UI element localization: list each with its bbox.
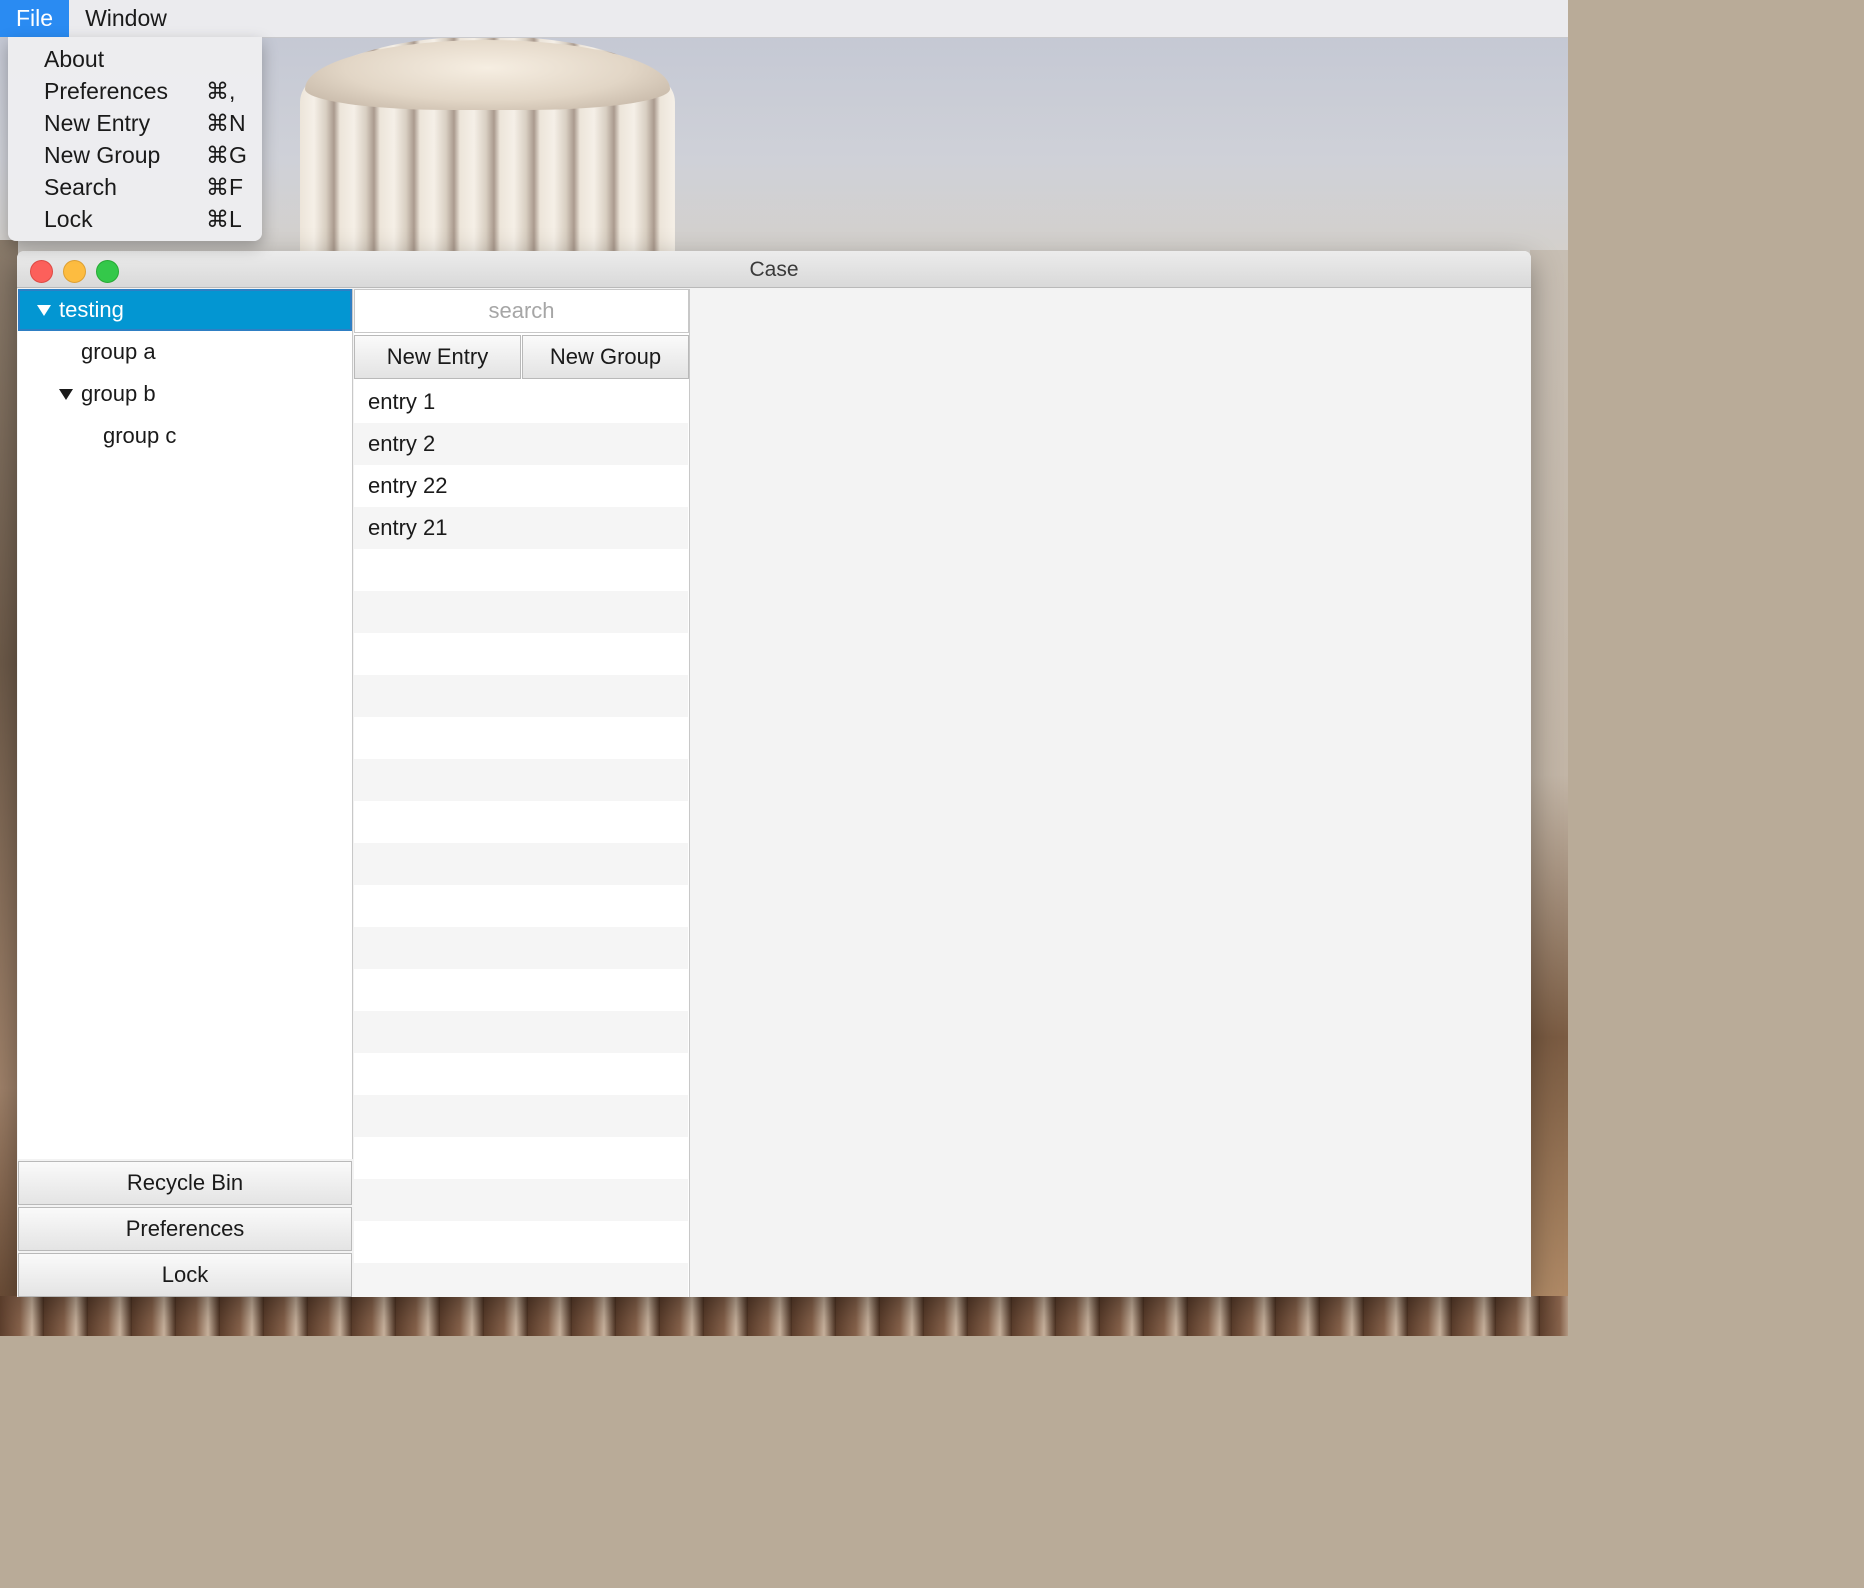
empty-list-row [354, 927, 688, 969]
wallpaper-left-edge [0, 240, 18, 1300]
empty-list-row [354, 549, 688, 591]
entry-list: entry 1 entry 2 entry 22 entry 21 [354, 381, 688, 1297]
tree-item-label: group c [103, 423, 177, 448]
menu-item-shortcut: ⌘, [206, 78, 236, 104]
menu-item-about[interactable]: About [8, 43, 262, 75]
empty-list-row [354, 591, 688, 633]
window-titlebar[interactable]: Case [17, 251, 1531, 288]
wallpaper-bottom-edge [0, 1296, 1568, 1336]
empty-list-row [354, 675, 688, 717]
empty-list-row [354, 1095, 688, 1137]
window-title: Case [749, 258, 799, 281]
tree-item-group-a[interactable]: group a [18, 331, 352, 373]
list-item[interactable]: entry 21 [354, 507, 688, 549]
empty-list-row [354, 759, 688, 801]
new-entry-button[interactable]: New Entry [354, 335, 521, 379]
menu-item-label: New Entry [44, 110, 151, 136]
menu-bar: File Window [0, 0, 1568, 38]
menu-item-shortcut: ⌘L [206, 206, 242, 232]
menu-item-label: Search [44, 174, 117, 200]
new-group-button[interactable]: New Group [522, 335, 689, 379]
recycle-bin-button[interactable]: Recycle Bin [18, 1161, 352, 1205]
empty-list-row [354, 633, 688, 675]
preferences-button[interactable]: Preferences [18, 1207, 352, 1251]
empty-list-row [354, 1011, 688, 1053]
empty-list-row [354, 801, 688, 843]
list-item[interactable]: entry 1 [354, 381, 688, 423]
group-tree: testing group a group b group c [18, 289, 353, 1159]
file-menu-dropdown: About Preferences ⌘, New Entry ⌘N New Gr… [8, 37, 262, 241]
menu-item-label: New Group [44, 142, 161, 168]
empty-list-row [354, 717, 688, 759]
menu-item-shortcut: ⌘F [206, 174, 244, 200]
lock-button[interactable]: Lock [18, 1253, 352, 1297]
empty-list-row [354, 1263, 688, 1297]
list-item[interactable]: entry 2 [354, 423, 688, 465]
menu-window[interactable]: Window [69, 0, 183, 37]
expanded-triangle-icon[interactable] [37, 305, 51, 316]
menu-item-shortcut: ⌘N [206, 110, 246, 136]
tree-item-group-b[interactable]: group b [18, 373, 352, 415]
tree-item-label: group b [81, 381, 156, 406]
entry-detail-pane [690, 289, 1531, 1297]
entries-panel: New Entry New Group entry 1entry 2entry … [354, 289, 690, 1297]
empty-list-row [354, 1053, 688, 1095]
menu-item-new-group[interactable]: New Group ⌘G [8, 139, 262, 171]
menu-file[interactable]: File [0, 0, 70, 37]
tree-item-group-c[interactable]: group c [18, 415, 352, 457]
empty-list-row [354, 969, 688, 1011]
menu-item-label: Preferences [44, 78, 169, 104]
empty-list-row [354, 1137, 688, 1179]
menu-item-lock[interactable]: Lock ⌘L [8, 203, 262, 235]
menu-item-label: About [44, 46, 105, 72]
menu-item-label: Lock [44, 206, 93, 232]
empty-list-row [354, 843, 688, 885]
expanded-triangle-icon[interactable] [59, 389, 73, 400]
wallpaper-right-edge [1530, 250, 1568, 1300]
search-input[interactable] [354, 289, 689, 333]
tree-item-label: testing [59, 297, 124, 322]
tree-item-label: group a [81, 339, 156, 364]
menu-item-search[interactable]: Search ⌘F [8, 171, 262, 203]
tree-item-testing[interactable]: testing [18, 289, 352, 331]
empty-list-row [354, 885, 688, 927]
menu-item-preferences[interactable]: Preferences ⌘, [8, 75, 262, 107]
empty-list-row [354, 1221, 688, 1263]
app-window: Case testing group a group b group c Rec… [17, 251, 1531, 1297]
menu-item-new-entry[interactable]: New Entry ⌘N [8, 107, 262, 139]
menu-item-shortcut: ⌘G [206, 142, 247, 168]
list-item[interactable]: entry 22 [354, 465, 688, 507]
empty-list-row [354, 1179, 688, 1221]
